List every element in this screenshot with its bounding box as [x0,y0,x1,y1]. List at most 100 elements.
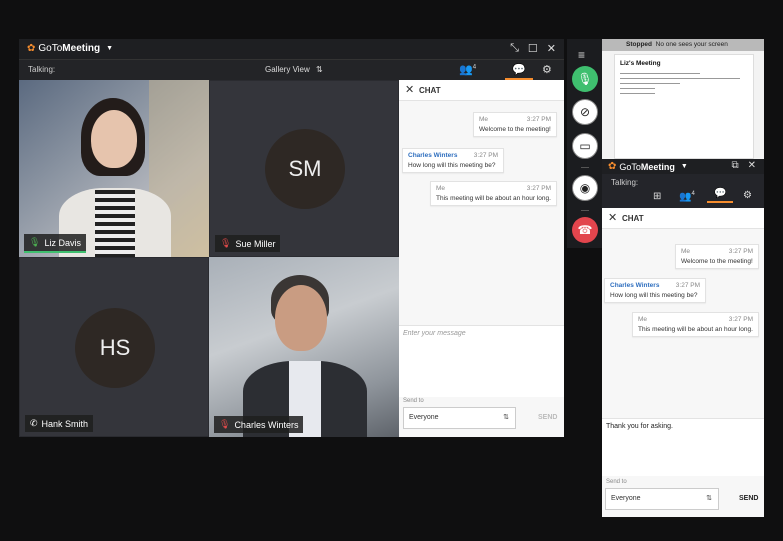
chat-panel: ✕ CHAT Me 3:27 PM Welcome to the meeting… [399,80,564,437]
message-time: 3:27 PM [675,282,700,289]
gear-icon: ⚙ [542,64,552,76]
chat-title: CHAT [419,86,441,95]
chevron-down-icon: ▼ [106,45,114,52]
avatar: HS [75,308,155,388]
send-to-dropdown[interactable]: Everyone ⇅ [403,407,516,429]
attendees-button[interactable]: 👥4 [679,191,695,202]
attendees-button[interactable]: 👥4 [459,63,476,76]
microphone-on-icon: 🎙 [29,237,41,247]
settings-button[interactable]: ⚙ [743,190,752,201]
divider [581,167,589,168]
screen-share-status-bar: Stopped No one sees your screen [602,39,764,51]
chat-message: Me 3:27 PM This meeting will be about an… [632,312,759,337]
video-tile-liz-davis[interactable]: 🎙 Liz Davis [19,80,209,257]
message-input[interactable]: Thank you for asking. [602,418,764,476]
screen-share-off-icon: ▭ [579,139,591,153]
microphone-muted-icon: 🎙 [220,238,232,248]
camera-off-icon: ⊘ [579,105,591,119]
shared-document-title: Liz's Meeting [620,60,661,67]
message-text: How long will this meeting be? [610,292,698,299]
chevron-down-icon: ▼ [680,163,688,170]
chat-tab-button[interactable]: 💬 [707,188,734,203]
menu-icon[interactable]: ≡ [578,48,585,62]
close-chat-icon[interactable]: ✕ [405,83,414,96]
close-chat-icon[interactable]: ✕ [608,211,617,224]
hang-up-icon: ☎ [577,223,593,237]
chat-message: Me 3:27 PM Welcome to the meeting! [473,112,557,137]
phone-icon: ✆ [30,418,38,428]
message-sender: Me [479,116,489,123]
sort-arrows-icon: ⇅ [503,414,509,421]
chat-header: ✕ CHAT [399,80,564,101]
avatar: SM [265,129,345,209]
send-to-label: Send to [606,479,627,485]
participant-name: Hank Smith [41,418,89,429]
restore-icon[interactable]: ⧉ [731,160,738,171]
view-selector[interactable]: Gallery View ⇅ [265,65,323,74]
end-call-button[interactable]: ☎ [572,217,598,243]
participant-name-tag: ✆ Hank Smith [25,415,94,432]
video-tile-charles-winters[interactable]: 🎙 Charles Winters [209,257,399,437]
person-face [91,110,137,168]
chat-panel: ✕ CHAT Me 3:27 PM Welcome to the meeting… [602,208,764,517]
camera-button[interactable]: ⊘ [572,99,598,125]
chat-tab-button[interactable]: 💬 [505,63,533,80]
message-input-placeholder: Enter your message [403,330,466,337]
compact-meeting-window: ✿ GoTo Meeting ▼ ⧉ ✕ Talking: ⊞ 👥4 💬 ⚙ ✕ … [602,159,764,517]
message-input[interactable]: Enter your message [399,325,564,397]
attendee-count: 4 [472,64,477,71]
grid-icon: ⊞ [653,191,662,202]
app-menu[interactable]: ✿ GoTo Meeting ▼ [27,43,113,54]
message-time: 3:27 PM [526,185,551,192]
close-icon[interactable]: ✕ [547,42,556,55]
document-text-line [620,73,700,74]
message-time: 3:27 PM [728,248,753,255]
compact-view-icon[interactable]: ⤡ [510,42,519,55]
gotomeeting-logo-icon: ✿ [608,161,617,172]
chat-message: Charles Winters 3:27 PM How long will th… [604,278,706,303]
send-to-dropdown[interactable]: Everyone ⇅ [605,488,719,510]
share-status-text: No one sees your screen [655,41,728,48]
record-icon: ◉ [579,181,591,195]
message-sender: Me [436,185,446,192]
send-to-label: Send to [403,398,424,404]
view-label: Gallery View [265,65,310,74]
screen-share-button[interactable]: ▭ [572,133,598,159]
maximize-icon[interactable]: ☐ [528,42,538,55]
microphone-button[interactable]: 🎙 [572,66,598,92]
gear-icon: ⚙ [743,190,752,201]
message-text: How long will this meeting be? [408,162,496,169]
send-button[interactable]: SEND [538,414,557,421]
attendee-count: 4 [691,191,695,197]
close-icon[interactable]: ✕ [748,160,756,171]
app-name-bold: Meeting [640,161,675,172]
message-input-value: Thank you for asking. [606,423,673,430]
message-text: This meeting will be about an hour long. [638,326,753,333]
message-text: Welcome to the meeting! [479,126,551,133]
message-time: 3:27 PM [526,116,551,123]
record-button[interactable]: ◉ [572,175,598,201]
microphone-muted-icon: 🎙 [219,419,231,429]
person-face [275,285,327,351]
grid-view-button[interactable]: ⊞ [653,191,661,202]
settings-button[interactable]: ⚙ [542,63,552,76]
send-to-value: Everyone [409,414,439,421]
main-meeting-window: ✿ GoTo Meeting ▼ ⤡ ☐ ✕ Talking: Gallery V… [19,39,564,437]
app-name-bold: Meeting [62,43,101,54]
message-sender: Charles Winters [408,152,458,159]
chat-bubble-icon: 💬 [512,64,526,76]
talking-indicator: Talking: [611,178,639,187]
document-text-line [620,88,655,89]
document-text-line [620,78,740,79]
message-time: 3:27 PM [473,152,498,159]
gotomeeting-logo-icon: ✿ [27,43,36,54]
message-time: 3:27 PM [728,316,753,323]
app-name-light: GoTo [619,161,641,172]
send-button[interactable]: SEND [739,495,758,502]
sort-arrows-icon: ⇅ [316,65,323,74]
video-tile-sue-miller[interactable]: SM 🎙 Sue Miller [209,80,399,257]
video-tile-hank-smith[interactable]: HS ✆ Hank Smith [19,257,209,437]
app-menu[interactable]: ✿ GoTo Meeting ▼ [608,161,688,172]
attendees-icon: 👥 [459,64,473,76]
message-text: This meeting will be about an hour long. [436,195,551,202]
